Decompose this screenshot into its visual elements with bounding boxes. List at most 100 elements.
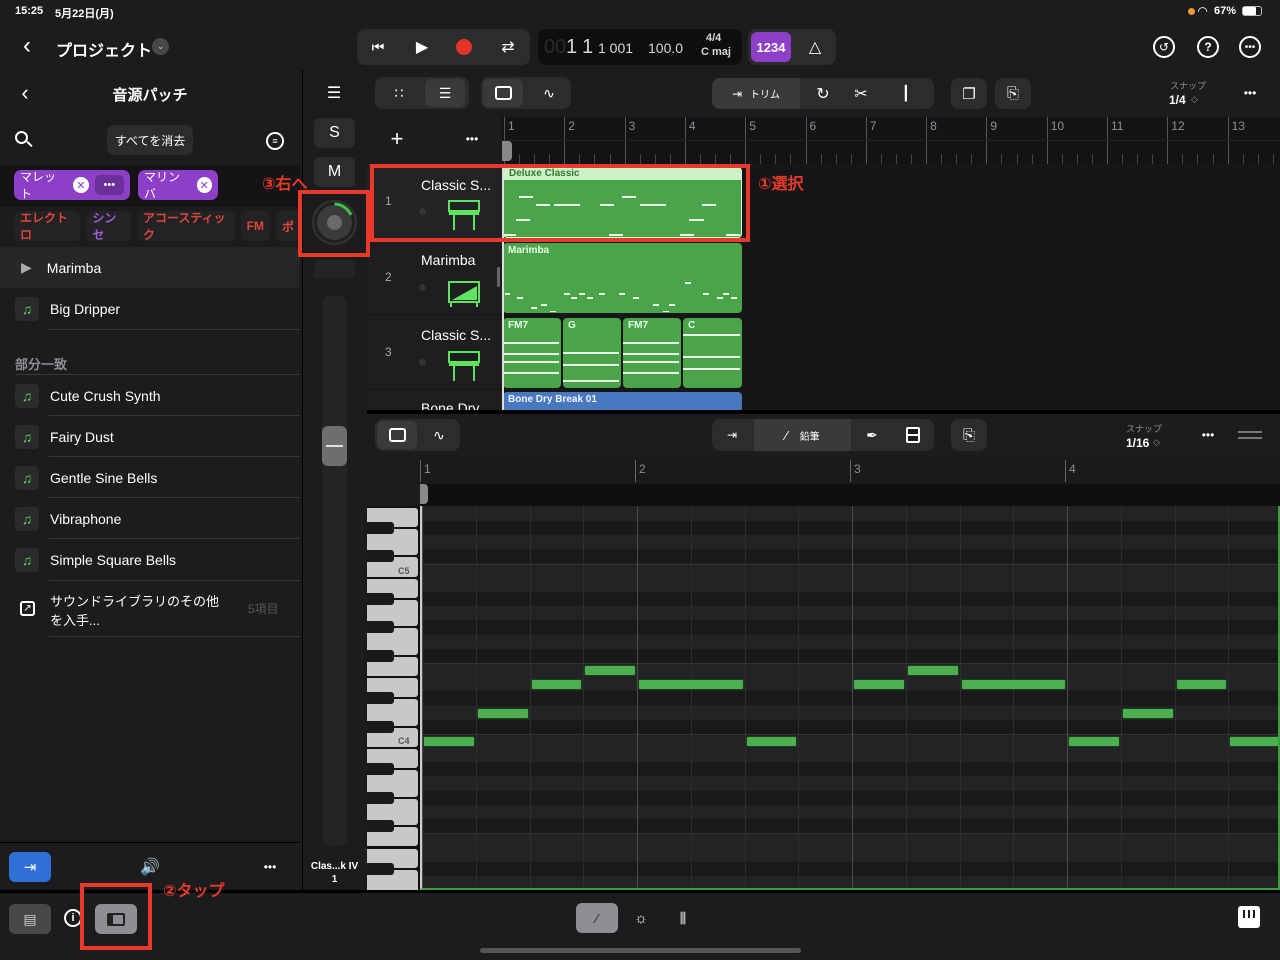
- lcd-display[interactable]: 00 1 1 1 001 100.0 4/4 C maj: [538, 29, 742, 65]
- black-key[interactable]: [367, 820, 394, 833]
- patch-item[interactable]: ♫ Fairy Dust: [0, 416, 300, 457]
- black-key[interactable]: [367, 592, 394, 606]
- remove-chip-icon[interactable]: ✕: [72, 177, 89, 193]
- midi-note[interactable]: [530, 679, 583, 691]
- more-icon[interactable]: •••: [1239, 36, 1261, 58]
- channel-slot[interactable]: [314, 260, 355, 278]
- black-key[interactable]: [367, 692, 394, 705]
- patch-item-selected[interactable]: ▶ Marimba: [0, 247, 300, 288]
- chip-more-icon[interactable]: •••: [94, 175, 124, 195]
- patch-item[interactable]: ♫ Cute Crush Synth: [0, 375, 300, 416]
- count-in-button[interactable]: 1234: [751, 32, 791, 62]
- midi-note[interactable]: [423, 735, 475, 748]
- patch-item[interactable]: ♫ Simple Square Bells: [0, 539, 300, 580]
- midi-note[interactable]: [1229, 735, 1278, 748]
- join-tool-icon[interactable]: ┃: [886, 80, 926, 107]
- patch-item[interactable]: ♫ Vibraphone: [0, 498, 300, 539]
- black-key[interactable]: [367, 720, 394, 733]
- pr-snap-stepper-icon[interactable]: ◇: [1153, 437, 1160, 448]
- pr-more-icon[interactable]: •••: [1193, 425, 1223, 445]
- grid-view-icon[interactable]: ∷: [379, 79, 419, 107]
- snap-value[interactable]: 1/4: [1169, 93, 1186, 107]
- black-key[interactable]: [367, 763, 394, 776]
- remove-chip-icon[interactable]: ✕: [196, 177, 212, 193]
- region-chord-g[interactable]: G: [563, 318, 621, 388]
- browser-button[interactable]: ▤: [9, 904, 51, 934]
- keyboard-icon[interactable]: [1238, 906, 1260, 928]
- category-pop[interactable]: ポ: [275, 211, 300, 241]
- pr-snap-value[interactable]: 1/16: [1126, 436, 1149, 450]
- midi-note[interactable]: [853, 679, 905, 691]
- snap-stepper-icon[interactable]: ◇: [1191, 94, 1198, 105]
- replace-patch-button[interactable]: ⇥: [9, 852, 51, 882]
- undo-icon[interactable]: ↺: [1153, 36, 1175, 58]
- midi-note[interactable]: [476, 707, 529, 719]
- midi-note[interactable]: [584, 664, 636, 677]
- paste-icon[interactable]: ⎘: [995, 78, 1031, 109]
- region-chord-c[interactable]: C: [683, 318, 742, 388]
- volume-fader-handle[interactable]: [322, 426, 347, 466]
- clear-all-button[interactable]: すべてを消去: [107, 125, 193, 155]
- black-key[interactable]: [367, 550, 394, 563]
- metronome-icon[interactable]: △: [800, 32, 830, 62]
- add-track-button[interactable]: +: [385, 126, 409, 151]
- track-header-2[interactable]: 2 Marimba: [367, 240, 502, 314]
- patch-item[interactable]: ♫ Big Dripper: [0, 288, 300, 329]
- track-header-3[interactable]: 3 Classic S...: [367, 315, 502, 389]
- black-key[interactable]: [367, 521, 394, 535]
- region-bone-dry-break[interactable]: Bone Dry Break 01: [503, 392, 742, 412]
- browser-more-icon[interactable]: •••: [256, 856, 284, 878]
- play-preview-icon[interactable]: ▶: [21, 259, 32, 276]
- arrange-ruler[interactable]: 1 2 3 4 5 6 7 8 9 10 11 12 13: [502, 117, 1280, 164]
- black-key[interactable]: [367, 621, 394, 634]
- rewind-button[interactable]: ⏮: [363, 33, 393, 61]
- play-button[interactable]: ▶: [407, 33, 437, 61]
- pr-trim-icon[interactable]: ⇥: [714, 421, 750, 449]
- black-key[interactable]: [367, 791, 394, 804]
- piano-roll-ruler[interactable]: 1 2 3 4: [420, 458, 1280, 506]
- patch-item[interactable]: ♫ Gentle Sine Bells: [0, 457, 300, 498]
- track-list-more-icon[interactable]: •••: [459, 129, 485, 149]
- copy-icon[interactable]: ❐: [951, 78, 987, 109]
- solo-button[interactable]: S: [314, 118, 355, 148]
- velocity-icon[interactable]: [896, 421, 930, 449]
- pr-automation-icon[interactable]: ∿: [420, 421, 458, 449]
- pr-playhead-handle[interactable]: [420, 484, 428, 504]
- channel-settings-icon[interactable]: ☰: [323, 83, 345, 103]
- playhead-handle[interactable]: [502, 141, 512, 161]
- automation-icon[interactable]: ∿: [529, 79, 569, 107]
- back-button[interactable]: ‹: [15, 32, 39, 60]
- mixer-icon[interactable]: ⫼: [670, 905, 696, 931]
- record-button[interactable]: [449, 33, 479, 61]
- category-electro[interactable]: エレクトロ: [14, 211, 81, 242]
- region-marimba[interactable]: Marimba: [503, 243, 742, 313]
- black-key[interactable]: [367, 862, 394, 875]
- speaker-icon[interactable]: 🔊: [136, 856, 164, 878]
- piano-keyboard[interactable]: C5 C4: [367, 506, 420, 890]
- midi-note[interactable]: [1068, 735, 1120, 748]
- pr-paste-icon[interactable]: ⎘: [951, 419, 987, 451]
- filter-chip-mallet[interactable]: マレット ✕ •••: [14, 170, 130, 201]
- chevron-down-icon[interactable]: ⌄: [152, 38, 169, 55]
- category-fm[interactable]: FM: [240, 211, 270, 241]
- midi-note[interactable]: [1175, 679, 1228, 691]
- help-icon[interactable]: ?: [1197, 36, 1219, 58]
- midi-note[interactable]: [906, 664, 959, 677]
- midi-note[interactable]: [745, 735, 798, 748]
- pr-select-mode-icon[interactable]: [377, 421, 417, 449]
- track-header-4[interactable]: Bone Dry...: [367, 390, 502, 410]
- project-title[interactable]: プロジェクト: [56, 37, 152, 61]
- piano-roll-grid[interactable]: [420, 506, 1280, 890]
- get-more-sounds-item[interactable]: ↗ サウンドライブラリのその他 を入手... 5項目: [0, 581, 300, 636]
- arrange-more-icon[interactable]: •••: [1235, 82, 1265, 104]
- tracks-view-icon[interactable]: ☰: [425, 79, 465, 107]
- midi-note[interactable]: [960, 679, 1066, 691]
- brush-icon[interactable]: ✒: [855, 421, 889, 449]
- black-key[interactable]: [367, 649, 394, 662]
- midi-note[interactable]: [1121, 707, 1174, 719]
- editors-button[interactable]: ∕: [576, 903, 618, 933]
- track-resize-handle[interactable]: [497, 267, 500, 287]
- loop-tool-icon[interactable]: ↻: [808, 80, 838, 107]
- trim-tool-button[interactable]: ⇥ トリム: [712, 78, 800, 109]
- category-synth[interactable]: シンセ: [86, 211, 131, 242]
